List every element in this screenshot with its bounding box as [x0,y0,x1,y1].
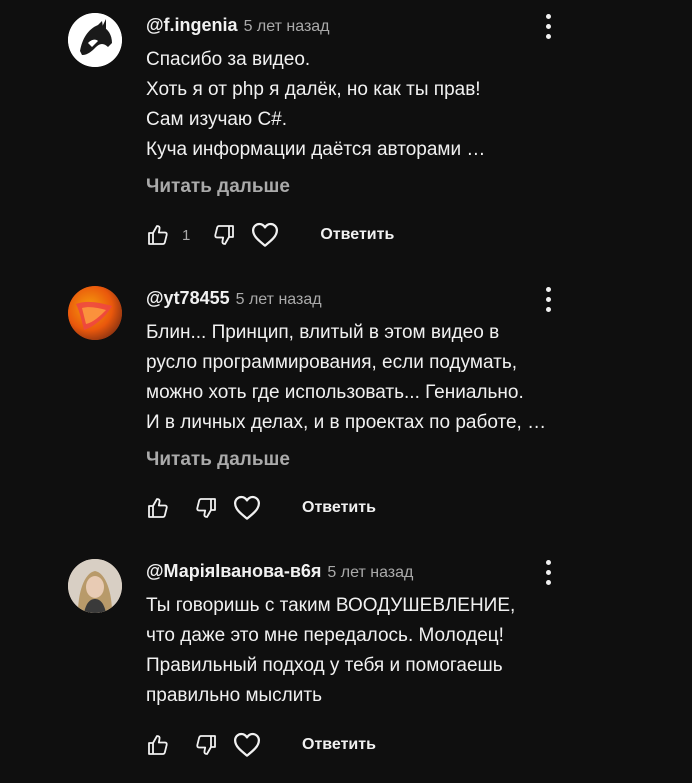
wolf-avatar-icon [68,13,122,67]
timestamp[interactable]: 5 лет назад [327,564,413,582]
read-more-button[interactable]: Читать дальше [146,449,290,471]
comment-line: можно хоть где использовать... Гениально… [146,382,524,403]
comment-line: Куча информации даётся авторами … [146,139,486,160]
author-name[interactable]: @f.ingenia [146,15,238,36]
reply-button[interactable]: Ответить [320,226,394,244]
comment-line: правильно мыслить [146,685,322,706]
comment-line: Ты говоришь с таким ВООДУШЕВЛЕНИЕ, [146,595,516,616]
comment-text: Блин... Принцип, влитый в этом видео в р… [146,318,616,438]
reply-button[interactable]: Ответить [302,736,376,754]
kebab-menu-icon[interactable] [538,285,558,315]
comment-line: Хоть я от php я далёк, но как ты прав! [146,79,481,100]
comment-line: что даже это мне передалось. Молодец! [146,625,504,646]
comment-line: Спасибо за видео. [146,49,311,70]
thumb-down-icon[interactable] [194,496,218,520]
comment-line: Сам изучаю C#. [146,109,288,130]
avatar[interactable] [68,13,122,67]
author-name[interactable]: @yt78455 [146,288,230,309]
comment-line: русло программирования, если подумать, [146,352,517,373]
photo-avatar-icon [68,559,122,613]
author-name[interactable]: @МаріяІванова-в6я [146,561,321,582]
thumb-down-icon[interactable] [194,733,218,757]
comment-text: Спасибо за видео. Хоть я от php я далёк,… [146,45,616,165]
thumb-up-icon[interactable] [146,496,170,520]
comment-line: Блин... Принцип, влитый в этом видео в [146,322,500,343]
comment-line: И в личных делах, и в проектах по работе… [146,412,547,433]
heart-icon[interactable] [232,730,262,760]
comment-actions: 1 Ответить [146,219,394,251]
kebab-menu-icon[interactable] [538,12,558,42]
comment-header: @f.ingenia 5 лет назад [146,15,330,36]
kebab-menu-icon[interactable] [538,558,558,588]
orange-avatar-icon [68,286,122,340]
timestamp[interactable]: 5 лет назад [244,18,330,36]
comment-line: Правильный подход у тебя и помогаешь [146,655,503,676]
comment-actions: Ответить [146,729,376,761]
comment-header: @МаріяІванова-в6я 5 лет назад [146,561,413,582]
comment-actions: Ответить [146,492,376,524]
avatar[interactable] [68,559,122,613]
heart-icon[interactable] [250,220,280,250]
thumb-up-icon[interactable] [146,733,170,757]
thumb-up-icon[interactable] [146,223,170,247]
read-more-button[interactable]: Читать дальше [146,176,290,198]
heart-icon[interactable] [232,493,262,523]
reply-button[interactable]: Ответить [302,499,376,517]
avatar[interactable] [68,286,122,340]
like-count: 1 [182,226,191,244]
comment-text: Ты говоришь с таким ВООДУШЕВЛЕНИЕ, что д… [146,591,616,711]
timestamp[interactable]: 5 лет назад [236,291,322,309]
comment-header: @yt78455 5 лет назад [146,288,322,309]
thumb-down-icon[interactable] [212,223,236,247]
